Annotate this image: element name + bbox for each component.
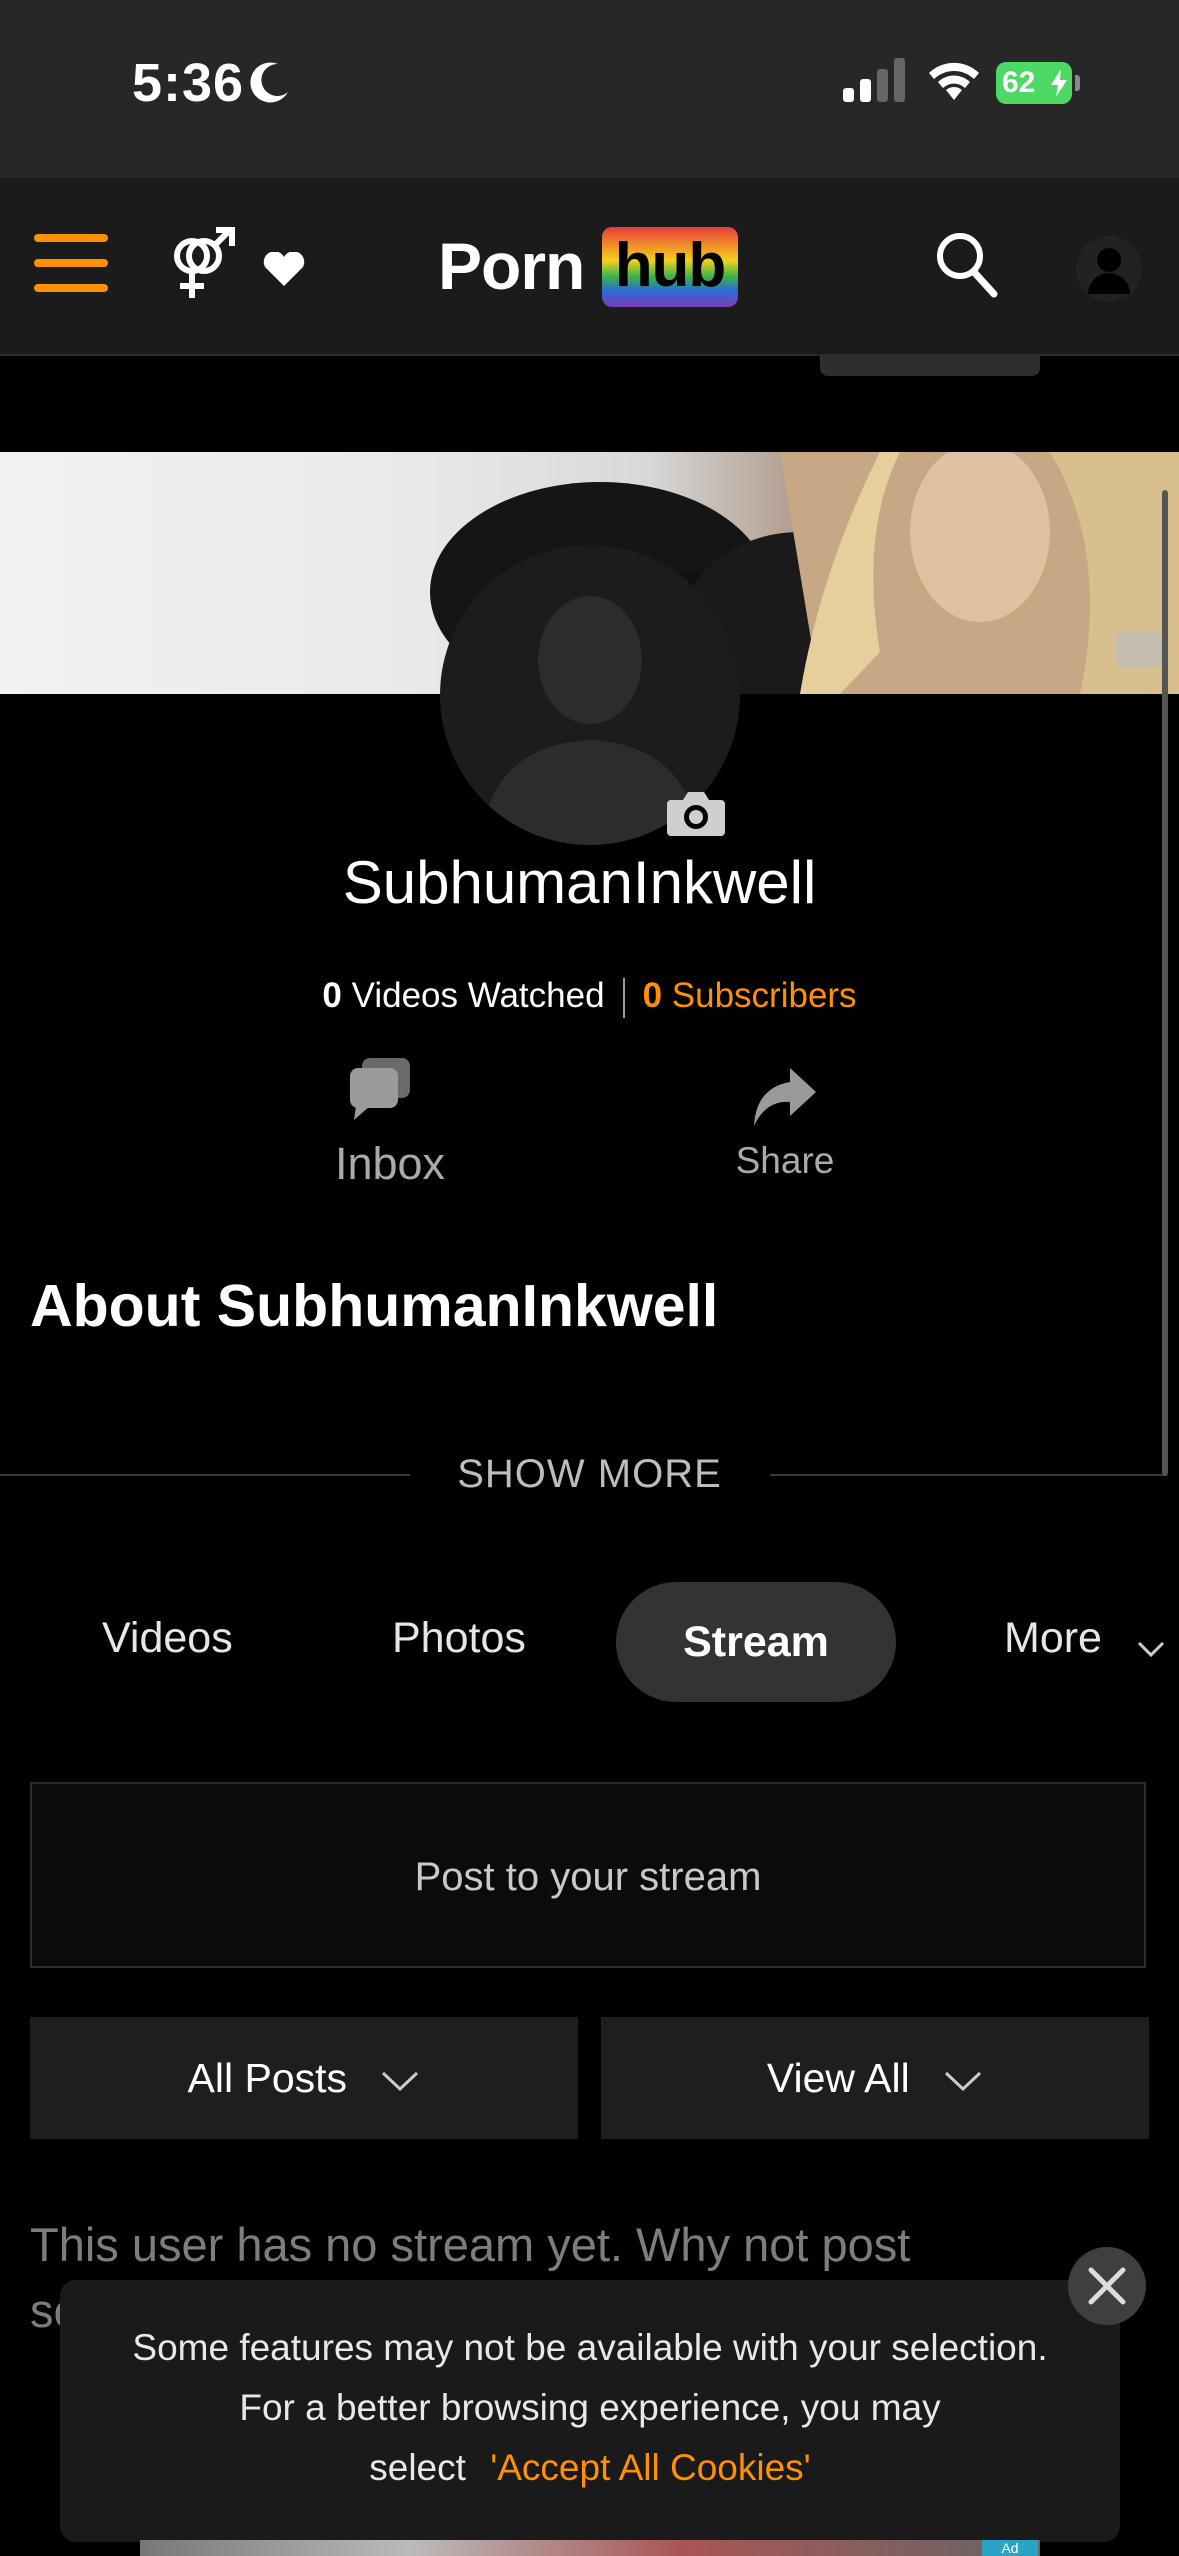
all-posts-label: All Posts — [187, 2055, 348, 2101]
videos-watched-count: 0 — [322, 976, 342, 1015]
gender-symbol-icon — [174, 227, 235, 298]
menu-bar — [34, 284, 108, 292]
heart-dropdown-icon — [263, 252, 305, 286]
dropdown-handle — [820, 354, 1040, 376]
close-cookie-notice-button[interactable] — [1068, 2247, 1146, 2325]
subscribers-label[interactable]: Subscribers — [672, 976, 857, 1015]
share-label: Share — [735, 1140, 835, 1181]
view-all-label: View All — [766, 2055, 910, 2101]
chat-bubbles-icon — [350, 1058, 410, 1120]
menu-bar — [34, 234, 108, 242]
cookie-notice: Some features may not be available with … — [60, 2280, 1120, 2542]
user-account-icon[interactable] — [1076, 236, 1142, 302]
battery-indicator: 62 — [996, 62, 1080, 104]
orientation-selector[interactable] — [166, 226, 312, 306]
chevron-down-icon — [945, 2072, 982, 2092]
cookie-line-3-prefix: select — [369, 2447, 466, 2488]
all-posts-dropdown[interactable]: All Posts — [30, 2017, 578, 2139]
charging-bolt-icon — [1051, 69, 1067, 97]
logo-text: Porn — [438, 229, 585, 303]
profile-username: SubhumanInkwell — [342, 849, 817, 916]
clock: 5:36 — [132, 53, 245, 113]
battery-tip — [1075, 75, 1080, 91]
site-logo[interactable]: Porn hub — [438, 222, 758, 312]
ad-banner[interactable] — [140, 2540, 1040, 2556]
camera-icon[interactable] — [667, 790, 725, 836]
view-all-dropdown[interactable]: View All — [601, 2017, 1149, 2139]
chevron-down-icon[interactable] — [1136, 1640, 1166, 1658]
top-nav: Porn hub — [0, 178, 1179, 356]
tab-stream[interactable]: Stream — [616, 1582, 896, 1702]
menu-bar — [34, 259, 108, 267]
stats-divider — [622, 977, 625, 1018]
search-icon[interactable] — [934, 230, 1000, 300]
wifi-icon — [929, 62, 979, 100]
show-more-button[interactable]: SHOW MORE — [0, 1452, 1179, 1497]
about-heading: About SubhumanInkwell — [30, 1273, 719, 1339]
profile-stats: 0 Videos Watched 0 Subscribers — [0, 976, 1179, 1018]
subscribers-count[interactable]: 0 — [643, 976, 662, 1015]
cellular-signal-icon — [843, 58, 905, 102]
scrollbar[interactable] — [1162, 490, 1168, 1476]
accept-all-cookies-link[interactable]: 'Accept All Cookies' — [490, 2447, 811, 2488]
moon-icon — [250, 62, 288, 103]
inbox-button[interactable]: Inbox — [310, 1058, 470, 1194]
status-bar: 5:36 62 — [0, 0, 1179, 178]
post-to-stream-field[interactable]: Post to your stream — [30, 1782, 1146, 1968]
inbox-label: Inbox — [334, 1138, 446, 1189]
cookie-line-1: Some features may not be available with … — [132, 2327, 1048, 2368]
close-icon — [1088, 2267, 1126, 2305]
battery-percent: 62 — [1002, 66, 1036, 99]
share-button[interactable]: Share — [710, 1068, 860, 1188]
cookie-line-2: For a better browsing experience, you ma… — [239, 2387, 941, 2428]
ad-label: Ad — [982, 2540, 1038, 2556]
videos-watched-label: Videos Watched — [351, 976, 605, 1015]
share-arrow-icon — [754, 1068, 816, 1126]
tab-more[interactable]: More — [1004, 1614, 1102, 1663]
tab-photos[interactable]: Photos — [392, 1614, 526, 1663]
tab-videos[interactable]: Videos — [102, 1614, 233, 1663]
chevron-down-icon — [382, 2072, 419, 2092]
cookie-line-3: select 'Accept All Cookies' — [60, 2438, 1120, 2498]
menu-button[interactable] — [34, 234, 108, 294]
logo-hub-badge: hub — [602, 227, 738, 307]
